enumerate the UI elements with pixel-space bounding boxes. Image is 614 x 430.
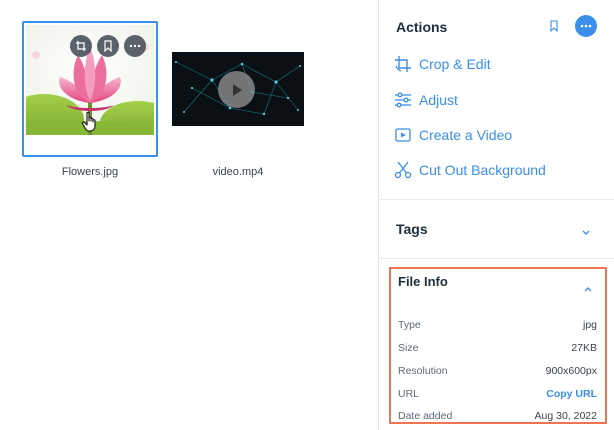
media-grid: Flowers.jpg video.mp4 [0,0,378,430]
action-label: Create a Video [419,127,513,143]
panel-more-button[interactable] [575,15,597,37]
file-info-value: 27KB [571,342,597,354]
media-name-flowers: Flowers.jpg [61,166,119,178]
file-info-row-resolution: Resolution 900x600px [398,365,597,379]
media-card-video[interactable] [172,52,304,126]
panel-bookmark-button[interactable] [549,19,559,37]
divider [379,199,614,200]
file-info-key: URL [398,388,420,400]
crop-icon [393,54,413,74]
play-icon [232,83,242,96]
more-dots-icon [129,44,141,48]
file-info-key: Size [398,342,419,354]
file-info-row-size: Size 27KB [398,342,597,356]
file-info-row-url: URL Copy URL [398,388,597,402]
video-play-button[interactable] [218,71,255,108]
file-info-key: Date added [398,410,453,422]
file-info-key: Resolution [398,365,448,377]
file-info-row-type: Type jpg [398,319,597,333]
copy-url-link[interactable]: Copy URL [546,388,597,402]
chevron-down-icon [582,230,590,235]
action-label: Cut Out Background [419,162,546,178]
action-label: Crop & Edit [419,56,491,72]
thumbnail-hover-actions [70,35,146,57]
action-adjust[interactable]: Adjust [393,89,458,111]
divider [379,258,614,259]
file-info-row-date-added: Date added Aug 30, 2022 [398,410,597,424]
file-info-value: 900x600px [545,365,597,377]
file-info-value: jpg [582,319,597,331]
thumbnail-crop-button[interactable] [70,35,92,57]
action-label: Adjust [419,92,458,108]
more-dots-icon [580,24,592,28]
file-info-key: Type [398,319,421,331]
actions-title: Actions [396,19,448,35]
tags-expand-button[interactable] [581,224,591,242]
media-name-video: video.mp4 [212,166,264,178]
adjust-sliders-icon [393,90,413,110]
video-icon [393,125,413,145]
hand-cursor-icon [81,111,99,138]
crop-icon [76,41,86,51]
media-card-flowers[interactable] [22,21,158,157]
file-info-title[interactable]: File Info [398,274,448,289]
file-info-collapse-button[interactable] [583,280,593,298]
scissors-icon [393,160,413,180]
bookmark-icon [550,20,558,33]
action-create-video[interactable]: Create a Video [393,124,512,146]
chevron-up-icon [584,287,592,292]
thumbnail-bookmark-button[interactable] [97,35,119,57]
thumbnail-more-button[interactable] [124,35,146,57]
file-info-section: File Info Type jpg Size 27KB Resolution … [389,267,607,424]
file-info-value: Aug 30, 2022 [534,410,597,422]
details-panel: Actions Crop & Edit Adjust Create a Vide… [378,0,614,430]
tags-title[interactable]: Tags [396,221,428,237]
action-crop-edit[interactable]: Crop & Edit [393,53,491,75]
bookmark-icon [104,40,112,52]
action-cut-out-background[interactable]: Cut Out Background [393,159,546,181]
